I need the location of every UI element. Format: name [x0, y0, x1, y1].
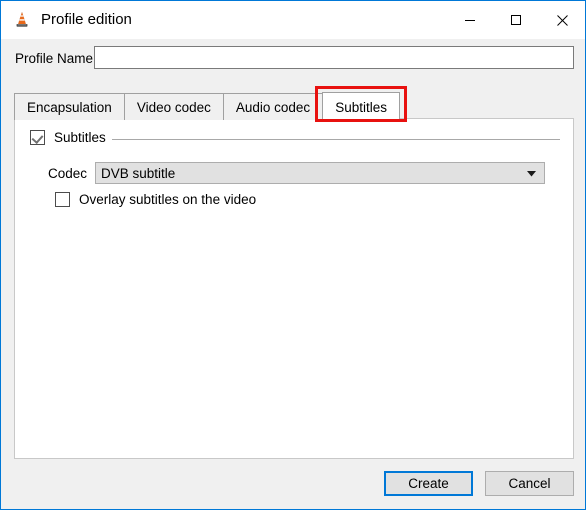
subtitles-tab-panel: Subtitles Codec DVB subtitle Overlay sub…: [14, 118, 574, 459]
overlay-subtitles-label: Overlay subtitles on the video: [79, 192, 257, 207]
subtitles-group-box: Subtitles Codec DVB subtitle Overlay sub…: [30, 130, 560, 216]
profile-name-label: Profile Name: [15, 51, 94, 66]
window-controls: [447, 1, 585, 39]
cancel-button[interactable]: Cancel: [485, 471, 574, 496]
tab-bar: Encapsulation Video codec Audio codec Su…: [14, 91, 400, 121]
create-button[interactable]: Create: [384, 471, 473, 496]
tab-audio-codec[interactable]: Audio codec: [222, 93, 324, 120]
window-title: Profile edition: [41, 11, 132, 28]
tab-subtitles[interactable]: Subtitles: [322, 92, 400, 121]
codec-select[interactable]: DVB subtitle: [95, 162, 546, 185]
profile-name-row: Profile Name: [1, 39, 585, 79]
tab-video-codec[interactable]: Video codec: [123, 93, 224, 120]
codec-label: Codec: [48, 165, 88, 181]
close-icon[interactable]: [539, 1, 585, 39]
tab-label: Subtitles: [335, 99, 387, 115]
title-bar: Profile edition: [1, 1, 585, 39]
create-button-label: Create: [408, 476, 449, 491]
overlay-subtitles-row[interactable]: Overlay subtitles on the video: [55, 192, 256, 207]
codec-selected-value: DVB subtitle: [101, 165, 176, 181]
profile-name-input[interactable]: [94, 46, 574, 69]
minimize-icon[interactable]: [447, 1, 493, 39]
chevron-down-icon: [527, 163, 537, 185]
cancel-button-label: Cancel: [508, 476, 551, 491]
subtitles-enable-row[interactable]: Subtitles: [30, 130, 112, 145]
profile-edition-dialog: Profile edition Profile Name Encapsulati…: [0, 0, 586, 510]
overlay-subtitles-checkbox[interactable]: [55, 192, 70, 207]
codec-row: Codec DVB subtitle: [48, 162, 546, 185]
vlc-cone-icon: [12, 10, 32, 30]
dialog-footer: Create Cancel: [384, 471, 574, 496]
tab-label: Encapsulation: [27, 99, 112, 115]
tab-encapsulation[interactable]: Encapsulation: [14, 93, 125, 120]
tab-label: Audio codec: [235, 99, 311, 115]
subtitles-enable-checkbox[interactable]: [30, 130, 45, 145]
maximize-icon[interactable]: [493, 1, 539, 39]
tab-label: Video codec: [136, 99, 211, 115]
subtitles-enable-label: Subtitles: [54, 130, 106, 145]
